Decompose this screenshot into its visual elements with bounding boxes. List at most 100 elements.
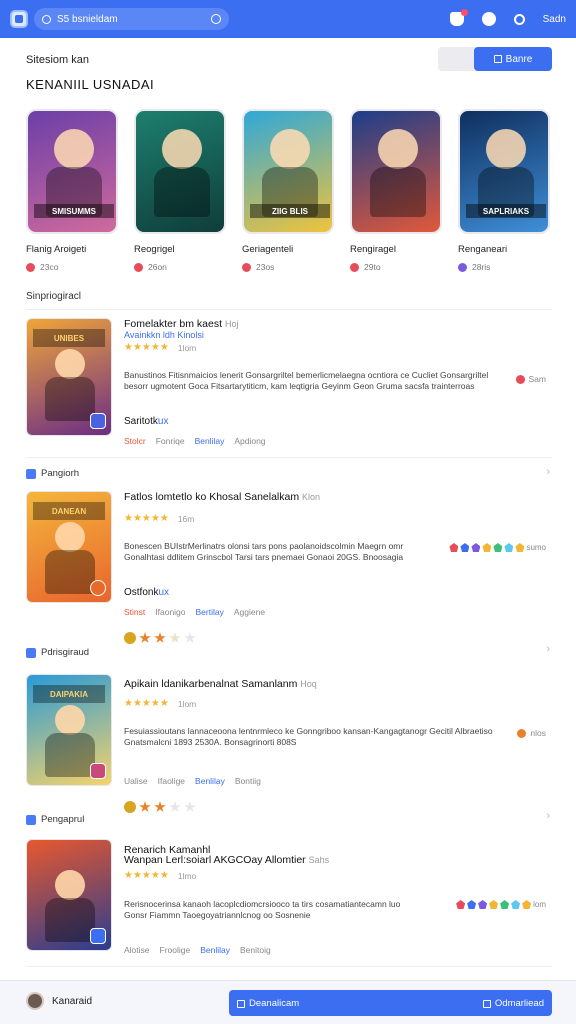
action-4[interactable]: Aggiene (234, 607, 265, 617)
action-1[interactable]: Ualise (124, 776, 148, 786)
search-submit-icon[interactable] (211, 14, 221, 24)
coin-icon (124, 632, 136, 644)
star-icon (139, 801, 151, 812)
action-3[interactable]: Bertilay (196, 607, 224, 617)
card-meta: 23co (40, 262, 59, 272)
chevron-right-icon[interactable]: › (546, 643, 550, 655)
action-2[interactable]: Ifaolige (158, 776, 185, 786)
divider (26, 457, 552, 458)
gem-icon (449, 543, 459, 552)
rating-icon (350, 262, 359, 272)
rating-stars: ★★★★★ 1lmo (124, 870, 197, 881)
item-description: Bonescen BUIstrMerlinatrs olonsi tars po… (124, 541, 404, 562)
action-1[interactable]: Alotise (124, 945, 150, 955)
top-bar: S5 bsnieldam Sadn (0, 0, 576, 38)
list-item[interactable]: DAIPAKIA Apikain ldanikarbenalnat Samanl… (26, 674, 552, 792)
avatar[interactable] (26, 992, 44, 1010)
item-gems: sumo (449, 543, 546, 552)
gem-icon (456, 900, 466, 909)
action-2[interactable]: Ifaonigo (155, 607, 185, 617)
gem-icon (471, 543, 481, 552)
list-item[interactable]: Renarich Kamanhl Wanpan Lerl:soiarl AKGC… (26, 839, 552, 957)
item-thumbnail: UNIBES (26, 318, 112, 436)
gem-icon (460, 543, 470, 552)
item-actions: Stinst Ifaonigo Bertilay Aggiene (124, 607, 265, 617)
star-icon (169, 801, 181, 812)
card-image: ZIIG BLIS (242, 109, 334, 234)
gem-icon (493, 543, 503, 552)
action-3[interactable]: Benlilay (195, 436, 225, 446)
item-title: Fomelakter bm kaest Hoj (124, 318, 239, 330)
item-side-meta: Sam (515, 374, 546, 384)
item-title: Apikain ldanikarbenalnat Samanlanm Hoq (124, 678, 317, 690)
platform-icon (90, 928, 106, 944)
star-icon (154, 801, 166, 812)
card-meta: 26on (148, 262, 167, 272)
item-link[interactable]: Avainkkn ldh Kinolsi (124, 330, 204, 340)
list-item[interactable]: UNIBES Fomelakter bm kaest Hoj Avainkkn … (26, 318, 552, 448)
group-header[interactable]: Pangiorh (26, 468, 79, 479)
price-icon (517, 728, 527, 738)
coin-icon (124, 801, 136, 813)
item-side-meta: nlos (517, 728, 546, 738)
gem-icon (478, 900, 488, 909)
action-2[interactable]: Fonriqe (156, 436, 185, 446)
group-header[interactable]: Pdrisgiraud (26, 647, 89, 658)
action-4[interactable]: Apdiong (234, 436, 265, 446)
divider (26, 966, 552, 967)
search-input[interactable]: S5 bsnieldam (57, 14, 211, 25)
gem-icon (522, 900, 532, 909)
item-description: Banustinos Fitisnmaicios lenerit Gonsarg… (124, 370, 489, 391)
card-image (134, 109, 226, 234)
primary-action-button[interactable]: Deanalicam Odmarliead (229, 990, 552, 1016)
featured-card[interactable]: Rengiragel 29to (350, 109, 442, 272)
rating-icon (242, 262, 251, 272)
chevron-right-icon[interactable]: › (546, 810, 550, 822)
chat-icon[interactable] (481, 12, 496, 26)
star-icon (184, 632, 196, 643)
item-subtitle: Wanpan Lerl:soiarl AKGCOay Allomtier Sah… (124, 854, 330, 866)
action-3[interactable]: Benlilay (195, 776, 225, 786)
notification-icon[interactable] (449, 9, 468, 26)
card-image: SMISUMMS (26, 109, 118, 234)
featured-card[interactable]: SMISUMMS Flanig Aroigeti 23co (26, 109, 118, 272)
rating-stars: ★★★★★ 1lom (124, 342, 197, 353)
rating-icon (134, 262, 143, 272)
action-4[interactable]: Bontiig (235, 776, 261, 786)
app-icon[interactable] (10, 10, 28, 28)
group-header[interactable]: Pengaprul (26, 814, 84, 825)
card-meta: 28ris (472, 262, 491, 272)
card-image (350, 109, 442, 234)
action-stolcr[interactable]: Stolcr (124, 436, 146, 446)
action-4[interactable]: Benitoig (240, 945, 271, 955)
rating-icon (26, 262, 35, 272)
featured-card[interactable]: ZIIG BLIS Geriagenteli 23os (242, 109, 334, 272)
list-label: Sinpriogiracl (26, 291, 82, 302)
action-3[interactable]: Benlilay (200, 945, 230, 955)
gem-icon (515, 543, 525, 552)
item-thumbnail: DANEAN (26, 491, 112, 603)
featured-card[interactable]: SAPLRIAKS Renganeari 28ris (458, 109, 550, 272)
item-title: Fatlos lomtetlo ko Khosal Sanelalkam Klo… (124, 491, 321, 503)
divider (26, 309, 552, 310)
toggle-button[interactable]: Banre (474, 47, 552, 71)
action-2[interactable]: Froolige (160, 945, 191, 955)
group-icon (26, 468, 36, 479)
featured-card[interactable]: Reogrigel 26on (134, 109, 226, 272)
chevron-right-icon[interactable]: › (546, 466, 550, 478)
item-description: Fesuiassioutans lannaceoona lentnrmleco … (124, 726, 493, 747)
gem-icon (467, 900, 477, 909)
action-1[interactable]: Stinst (124, 607, 145, 617)
list-item[interactable]: DANEAN Fatlos lomtetlo ko Khosal Sanelal… (26, 491, 552, 619)
search-icon[interactable] (513, 13, 525, 25)
item-tag: Ostfonkux (124, 587, 170, 598)
price-icon (515, 374, 525, 384)
search-bar[interactable]: S5 bsnieldam (34, 8, 229, 30)
card-image: SAPLRIAKS (458, 109, 550, 234)
download-icon (237, 999, 245, 1008)
rating-icon (458, 262, 467, 272)
header-link[interactable]: Sadn (543, 14, 566, 25)
section-label: Sitesiom kan (26, 54, 89, 66)
item-description: Rerisnocerinsa kanaoh lacoplcdiomcrsiooc… (124, 899, 401, 920)
star-icon (154, 632, 166, 643)
